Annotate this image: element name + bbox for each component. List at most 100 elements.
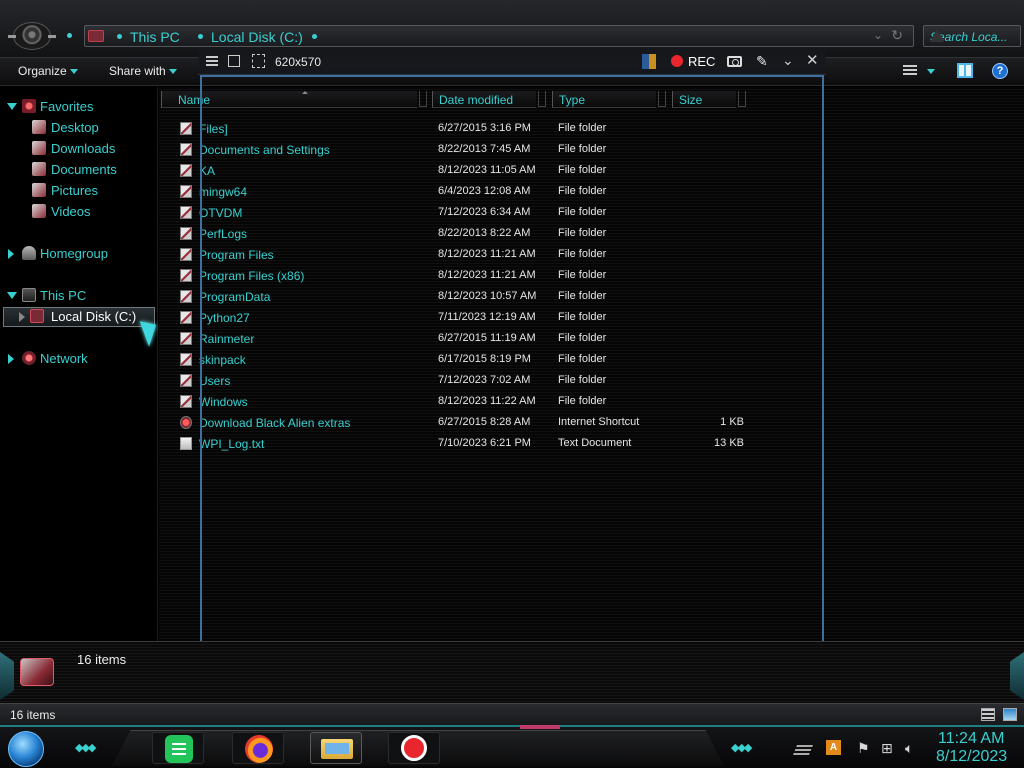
show-desktop-icon[interactable] bbox=[793, 745, 813, 755]
menu-icon[interactable] bbox=[206, 56, 218, 66]
breadcrumb-separator-icon[interactable] bbox=[198, 34, 203, 39]
file-name[interactable]: skinpack bbox=[199, 353, 246, 367]
file-row[interactable]: Program Files 8/12/2023 11:21 AM File fold… bbox=[159, 245, 759, 265]
help-icon[interactable]: ? bbox=[992, 63, 1008, 79]
start-button[interactable] bbox=[8, 731, 44, 767]
record-icon[interactable] bbox=[671, 55, 683, 67]
expand-arrow-icon[interactable] bbox=[19, 312, 25, 322]
file-row[interactable]: Users 7/12/2023 7:02 AM File folder bbox=[159, 371, 759, 391]
change-view-icon[interactable] bbox=[903, 65, 917, 77]
network-status-icon[interactable]: ⊞ bbox=[881, 740, 893, 757]
expand-arrow-icon[interactable] bbox=[7, 292, 17, 299]
recent-locations-icon[interactable] bbox=[67, 33, 72, 38]
nav-item-downloads[interactable]: Downloads bbox=[0, 139, 158, 159]
nav-this-pc[interactable]: This PC bbox=[0, 286, 158, 306]
column-resize-handle[interactable] bbox=[658, 91, 666, 107]
file-row[interactable]: Rainmeter 6/27/2015 11:19 AM File folder bbox=[159, 329, 759, 349]
volume-icon[interactable]: 🔈︎ bbox=[905, 740, 913, 757]
expand-arrow-icon[interactable] bbox=[7, 103, 17, 110]
file-name[interactable]: KA bbox=[199, 164, 215, 178]
file-row[interactable]: Files] 6/27/2015 3:16 PM File folder bbox=[159, 119, 759, 139]
breadcrumb-separator-icon[interactable] bbox=[117, 34, 122, 39]
action-center-flag-icon[interactable]: ⚑ bbox=[857, 740, 870, 757]
expand-arrow-icon[interactable] bbox=[8, 249, 14, 259]
nav-item-pictures[interactable]: Pictures bbox=[0, 181, 158, 201]
taskbar-app-recorder[interactable] bbox=[388, 732, 440, 764]
clock-date[interactable]: 8/12/2023 bbox=[936, 748, 1007, 766]
file-row[interactable]: Python27 7/11/2023 12:19 AM File folder bbox=[159, 308, 759, 328]
breadcrumb-separator-icon[interactable] bbox=[312, 34, 317, 39]
file-row[interactable]: ProgramData 8/12/2023 10:57 AM File folder bbox=[159, 287, 759, 307]
camera-icon[interactable] bbox=[727, 56, 742, 67]
taskbar-app-file-explorer[interactable] bbox=[310, 732, 362, 764]
expand-arrow-icon[interactable] bbox=[8, 354, 14, 364]
chevron-down-icon[interactable]: ⌄ bbox=[873, 28, 883, 42]
input-method-icon[interactable]: A bbox=[826, 740, 841, 755]
column-header-name[interactable]: Name bbox=[161, 91, 427, 108]
nav-local-disk[interactable]: Local Disk (C:) bbox=[0, 307, 158, 327]
file-name[interactable]: OTVDM bbox=[199, 206, 242, 220]
file-name[interactable]: Users bbox=[199, 374, 230, 388]
file-name[interactable]: Files] bbox=[199, 122, 228, 136]
file-name[interactable]: PerfLogs bbox=[199, 227, 247, 241]
chevron-double-down-icon[interactable]: ⌄ bbox=[782, 52, 794, 69]
file-name[interactable]: WPI_Log.txt bbox=[199, 437, 264, 451]
close-icon[interactable]: ✕ bbox=[806, 51, 819, 69]
file-row[interactable]: Download Black Alien extras 6/27/2015 8:2… bbox=[159, 413, 759, 433]
share-with-button[interactable]: Share with bbox=[109, 64, 166, 78]
file-name[interactable]: Program Files (x86) bbox=[199, 269, 304, 283]
search-input[interactable]: Search Loca... bbox=[923, 25, 1021, 47]
taskbar-app-firefox[interactable] bbox=[232, 732, 284, 764]
file-row[interactable]: WPI_Log.txt 7/10/2023 6:21 PM Text Documen… bbox=[159, 434, 759, 454]
nav-network[interactable]: Network bbox=[0, 349, 158, 369]
taskbar-app-notes[interactable] bbox=[152, 732, 204, 764]
chevron-down-icon[interactable] bbox=[927, 69, 935, 74]
file-name[interactable]: mingw64 bbox=[199, 185, 247, 199]
organize-button[interactable]: Organize bbox=[18, 64, 67, 78]
color-palette-icon[interactable] bbox=[642, 54, 656, 69]
nav-favorites[interactable]: Favorites bbox=[0, 97, 158, 117]
file-row[interactable]: KA 8/12/2023 11:05 AM File folder bbox=[159, 161, 759, 181]
column-header-size[interactable]: Size bbox=[672, 91, 746, 108]
column-header-type[interactable]: Type bbox=[552, 91, 666, 108]
file-name[interactable]: Documents and Settings bbox=[199, 143, 330, 157]
search-icon[interactable] bbox=[930, 29, 944, 42]
nav-item-documents[interactable]: Documents bbox=[0, 160, 158, 180]
file-row[interactable]: Windows 8/12/2023 11:22 AM File folder bbox=[159, 392, 759, 412]
file-row[interactable]: OTVDM 7/12/2023 6:34 AM File folder bbox=[159, 203, 759, 223]
file-name[interactable]: Program Files bbox=[199, 248, 274, 262]
breadcrumb-local-disk[interactable]: Local Disk (C:) bbox=[211, 29, 303, 45]
file-name[interactable]: ProgramData bbox=[199, 290, 270, 304]
file-row[interactable]: Program Files (x86) 8/12/2023 11:21 AM Fil… bbox=[159, 266, 759, 286]
region-capture-icon[interactable] bbox=[252, 54, 265, 68]
file-row[interactable]: Documents and Settings 8/22/2013 7:45 AM F… bbox=[159, 140, 759, 160]
file-row[interactable]: PerfLogs 8/22/2013 8:22 AM File folder bbox=[159, 224, 759, 244]
clock-time[interactable]: 11:24 AM bbox=[938, 730, 1004, 748]
refresh-icon[interactable]: ↻ bbox=[891, 27, 903, 44]
preview-pane-icon[interactable] bbox=[957, 63, 973, 78]
chevron-down-icon[interactable] bbox=[169, 69, 177, 74]
file-name[interactable]: Rainmeter bbox=[199, 332, 254, 346]
chevron-down-icon[interactable] bbox=[70, 69, 78, 74]
details-view-icon[interactable] bbox=[981, 708, 995, 721]
large-icons-view-icon[interactable] bbox=[1003, 708, 1017, 721]
column-header-date[interactable]: Date modified bbox=[432, 91, 546, 108]
back-navigation-icon[interactable] bbox=[8, 22, 56, 50]
folder-icon bbox=[180, 395, 192, 408]
breadcrumb-this-pc[interactable]: This PC bbox=[130, 29, 180, 45]
file-name[interactable]: Download Black Alien extras bbox=[199, 416, 350, 430]
file-name[interactable]: Windows bbox=[199, 395, 248, 409]
column-resize-handle[interactable] bbox=[738, 91, 746, 107]
nav-item-desktop[interactable]: Desktop bbox=[0, 118, 158, 138]
column-resize-handle[interactable] bbox=[538, 91, 546, 107]
pen-icon[interactable]: ✎ bbox=[756, 53, 768, 70]
file-row[interactable]: skinpack 6/17/2015 8:19 PM File folder bbox=[159, 350, 759, 370]
file-row[interactable]: mingw64 6/4/2023 12:08 AM File folder bbox=[159, 182, 759, 202]
record-button[interactable]: REC bbox=[688, 54, 715, 69]
nav-homegroup[interactable]: Homegroup bbox=[0, 244, 158, 264]
nav-item-videos[interactable]: Videos bbox=[0, 202, 158, 222]
column-resize-handle[interactable] bbox=[419, 91, 427, 107]
file-name[interactable]: Python27 bbox=[199, 311, 250, 325]
fullscreen-capture-icon[interactable] bbox=[228, 55, 240, 67]
address-bar[interactable]: This PC Local Disk (C:) ⌄ ↻ bbox=[84, 25, 914, 47]
